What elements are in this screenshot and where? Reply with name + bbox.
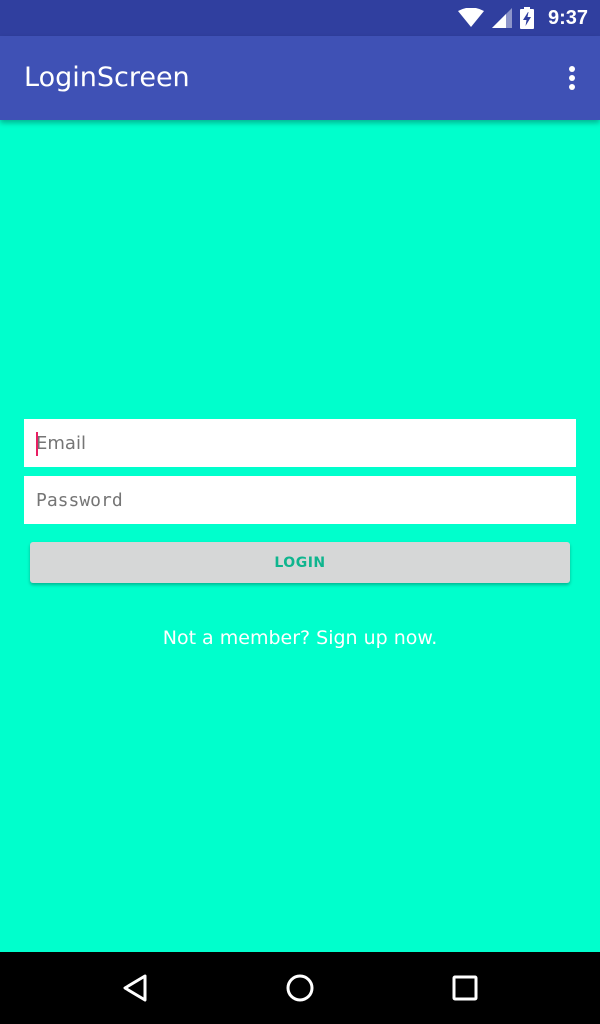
- app-title: LoginScreen: [24, 62, 190, 93]
- status-bar: 9:37: [0, 0, 600, 36]
- app-bar: LoginScreen: [0, 36, 600, 120]
- overflow-menu-icon[interactable]: [562, 62, 582, 94]
- email-field-container: [24, 419, 576, 467]
- wifi-icon: [457, 8, 484, 27]
- cellular-signal-icon: [491, 8, 512, 28]
- back-icon[interactable]: [116, 968, 156, 1008]
- status-icons: 9:37: [457, 0, 588, 36]
- password-field-container: [24, 476, 576, 524]
- overflow-dot: [569, 66, 575, 72]
- overflow-dot: [569, 84, 575, 90]
- text-cursor: [36, 432, 38, 456]
- signup-link[interactable]: Not a member? Sign up now.: [0, 624, 600, 652]
- home-icon[interactable]: [280, 968, 320, 1008]
- recent-apps-icon[interactable]: [445, 968, 485, 1008]
- login-button[interactable]: LOGIN: [30, 542, 570, 583]
- battery-charging-icon: [519, 7, 534, 29]
- navigation-bar: [0, 952, 600, 1024]
- email-field[interactable]: [24, 419, 576, 467]
- overflow-dot: [569, 75, 575, 81]
- password-field[interactable]: [24, 476, 576, 524]
- status-time: 9:37: [547, 6, 588, 29]
